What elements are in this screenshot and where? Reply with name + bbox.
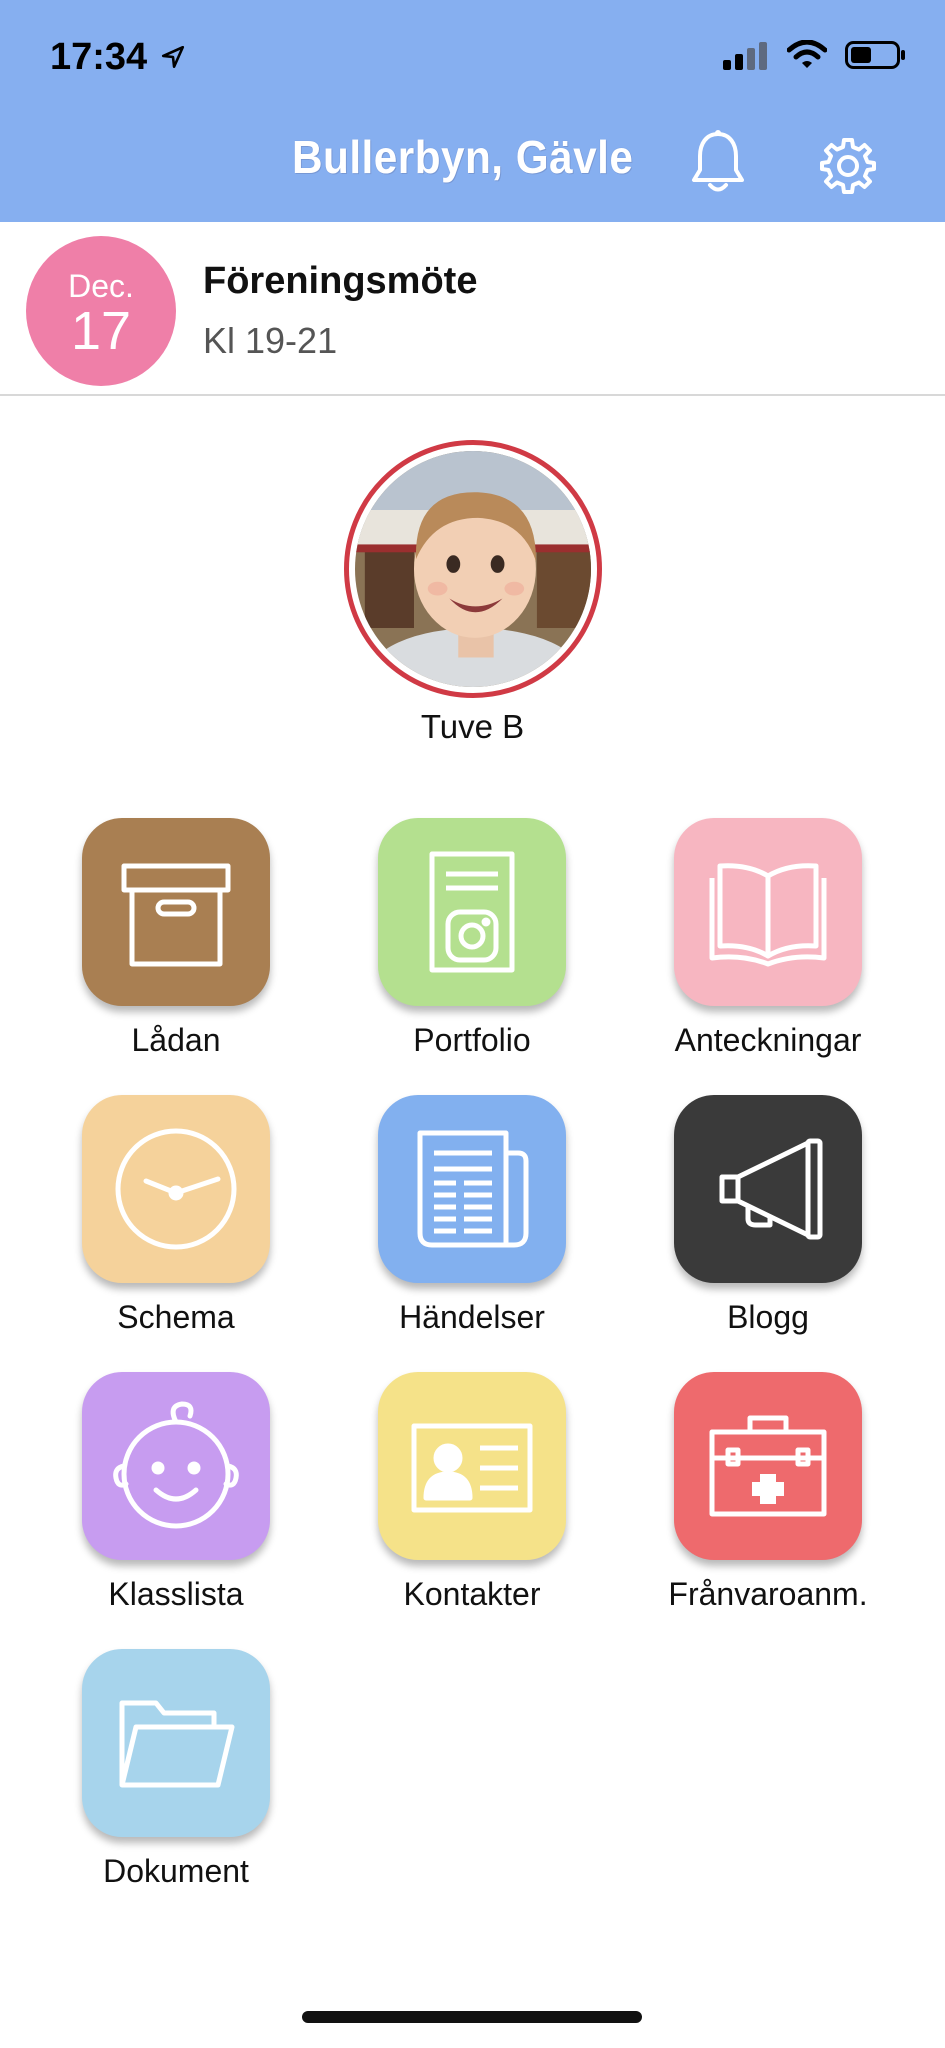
child-name: Tuve B <box>420 708 525 745</box>
tile-schema[interactable]: Schema <box>66 1095 286 1336</box>
app-header: 17:34 Bullerbyn, Gävle <box>0 0 945 222</box>
tile-label: Klasslista <box>108 1576 244 1612</box>
tile-label: Lådan <box>131 1022 221 1058</box>
portfolio-icon <box>378 818 566 1006</box>
page-title: Bullerbyn, Gävle <box>292 131 634 183</box>
tile-label: Portfolio <box>413 1022 531 1058</box>
wifi-icon <box>787 40 827 68</box>
event-date-badge: Dec. 17 <box>26 236 176 386</box>
battery-icon <box>845 41 905 69</box>
status-time: 17:34 <box>50 36 148 78</box>
event-day: 17 <box>70 301 132 361</box>
baby-face-icon <box>82 1372 270 1560</box>
contact-card-icon <box>378 1372 566 1560</box>
newspaper-icon <box>378 1095 566 1283</box>
tile-label: Blogg <box>727 1299 809 1335</box>
avatar[interactable] <box>344 440 602 698</box>
cellular-signal-icon <box>723 42 767 70</box>
event-time: Kl 19-21 <box>203 320 338 361</box>
folder-icon <box>82 1649 270 1837</box>
tile-dokument[interactable]: Dokument <box>66 1649 286 1890</box>
tile-label: Schema <box>117 1299 235 1335</box>
home-indicator[interactable] <box>302 2011 642 2023</box>
tile-label: Händelser <box>399 1299 545 1335</box>
tile-label: Frånvaroanm. <box>668 1576 868 1612</box>
gear-icon[interactable] <box>818 136 878 196</box>
tile-label: Kontakter <box>403 1576 541 1612</box>
clock-icon <box>82 1095 270 1283</box>
tile-anteckningar[interactable]: Anteckningar <box>658 818 878 1059</box>
status-icons <box>723 40 907 70</box>
avatar-photo <box>355 451 591 687</box>
tile-franvaroanm[interactable]: Frånvaroanm. <box>658 1372 878 1613</box>
event-title: Föreningsmöte <box>203 260 478 302</box>
tile-handelser[interactable]: Händelser <box>362 1095 582 1336</box>
tile-klasslista[interactable]: Klasslista <box>66 1372 286 1613</box>
tile-ladan[interactable]: Lådan <box>66 818 286 1059</box>
tile-portfolio[interactable]: Portfolio <box>362 818 582 1059</box>
book-icon <box>674 818 862 1006</box>
bell-icon[interactable] <box>688 128 748 198</box>
tile-kontakter[interactable]: Kontakter <box>362 1372 582 1613</box>
megaphone-icon <box>674 1095 862 1283</box>
child-photo-illustration <box>355 451 591 687</box>
first-aid-icon <box>674 1372 862 1560</box>
box-icon <box>82 818 270 1006</box>
location-arrow-icon <box>161 45 185 69</box>
tile-label: Anteckningar <box>674 1022 862 1058</box>
event-banner[interactable]: Dec. 17 Föreningsmöte Kl 19-21 <box>0 222 945 396</box>
tile-label: Dokument <box>103 1853 249 1889</box>
tile-blogg[interactable]: Blogg <box>658 1095 878 1336</box>
